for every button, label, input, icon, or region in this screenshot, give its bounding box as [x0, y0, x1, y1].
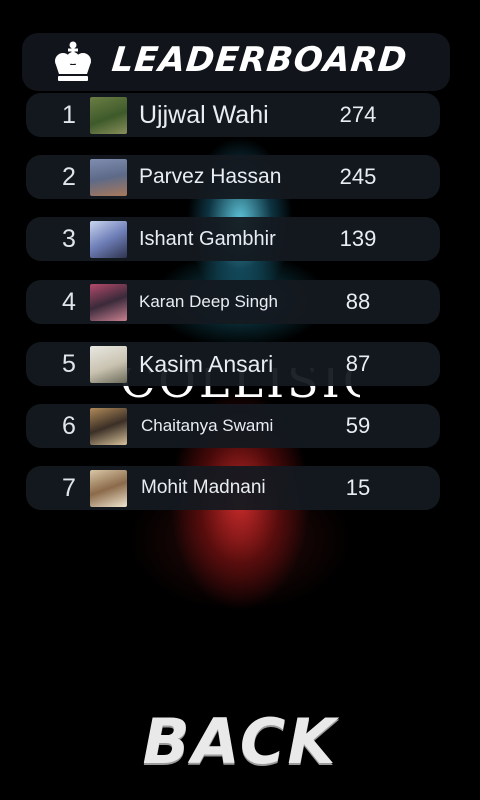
rank-number: 6 — [62, 412, 76, 440]
rank-number: 3 — [62, 225, 76, 253]
rank-number: 5 — [62, 350, 76, 378]
leaderboard-title: LEADERBOARD — [109, 40, 410, 80]
leaderboard-row: 1 Ujjwal Wahi 274 — [26, 93, 440, 137]
player-name: Chaitanya Swami — [141, 416, 274, 435]
leaderboard-row: 5 Kasim Ansari 87 — [26, 342, 440, 386]
avatar — [90, 408, 127, 445]
leaderboard-header: LEADERBOARD — [22, 33, 450, 91]
player-score: 87 — [345, 351, 371, 376]
player-score: 88 — [345, 289, 371, 314]
player-name: Ishant Gambhir — [139, 228, 276, 250]
player-name: Parvez Hassan — [139, 165, 282, 188]
player-score: 139 — [339, 226, 377, 251]
rank-number: 2 — [62, 163, 76, 191]
player-score: 59 — [345, 413, 371, 438]
leaderboard-row: 7 Mohit Madnani 15 — [26, 466, 440, 510]
leaderboard-row: 4 Karan Deep Singh 88 — [26, 280, 440, 324]
avatar — [90, 346, 127, 383]
player-name: Karan Deep Singh — [139, 292, 278, 311]
leaderboard-row: 6 Chaitanya Swami 59 — [26, 404, 440, 448]
rank-number: 4 — [62, 288, 76, 316]
leaderboard-row: 2 Parvez Hassan 245 — [26, 155, 440, 199]
avatar — [90, 470, 127, 507]
player-name: Mohit Madnani — [141, 477, 266, 498]
avatar — [90, 159, 127, 196]
avatar — [90, 97, 127, 134]
back-button[interactable]: BACK — [140, 700, 340, 784]
leaderboard-row: 3 Ishant Gambhir 139 — [26, 217, 440, 261]
player-score: 245 — [339, 164, 377, 189]
player-name: Kasim Ansari — [139, 351, 274, 377]
avatar — [90, 221, 127, 258]
rank-number: 1 — [62, 101, 76, 129]
player-score: 15 — [345, 475, 371, 500]
player-score: 274 — [339, 102, 377, 127]
rank-number: 7 — [62, 474, 76, 502]
crown-icon — [55, 41, 91, 81]
avatar — [90, 284, 127, 321]
player-name: Ujjwal Wahi — [139, 101, 269, 129]
